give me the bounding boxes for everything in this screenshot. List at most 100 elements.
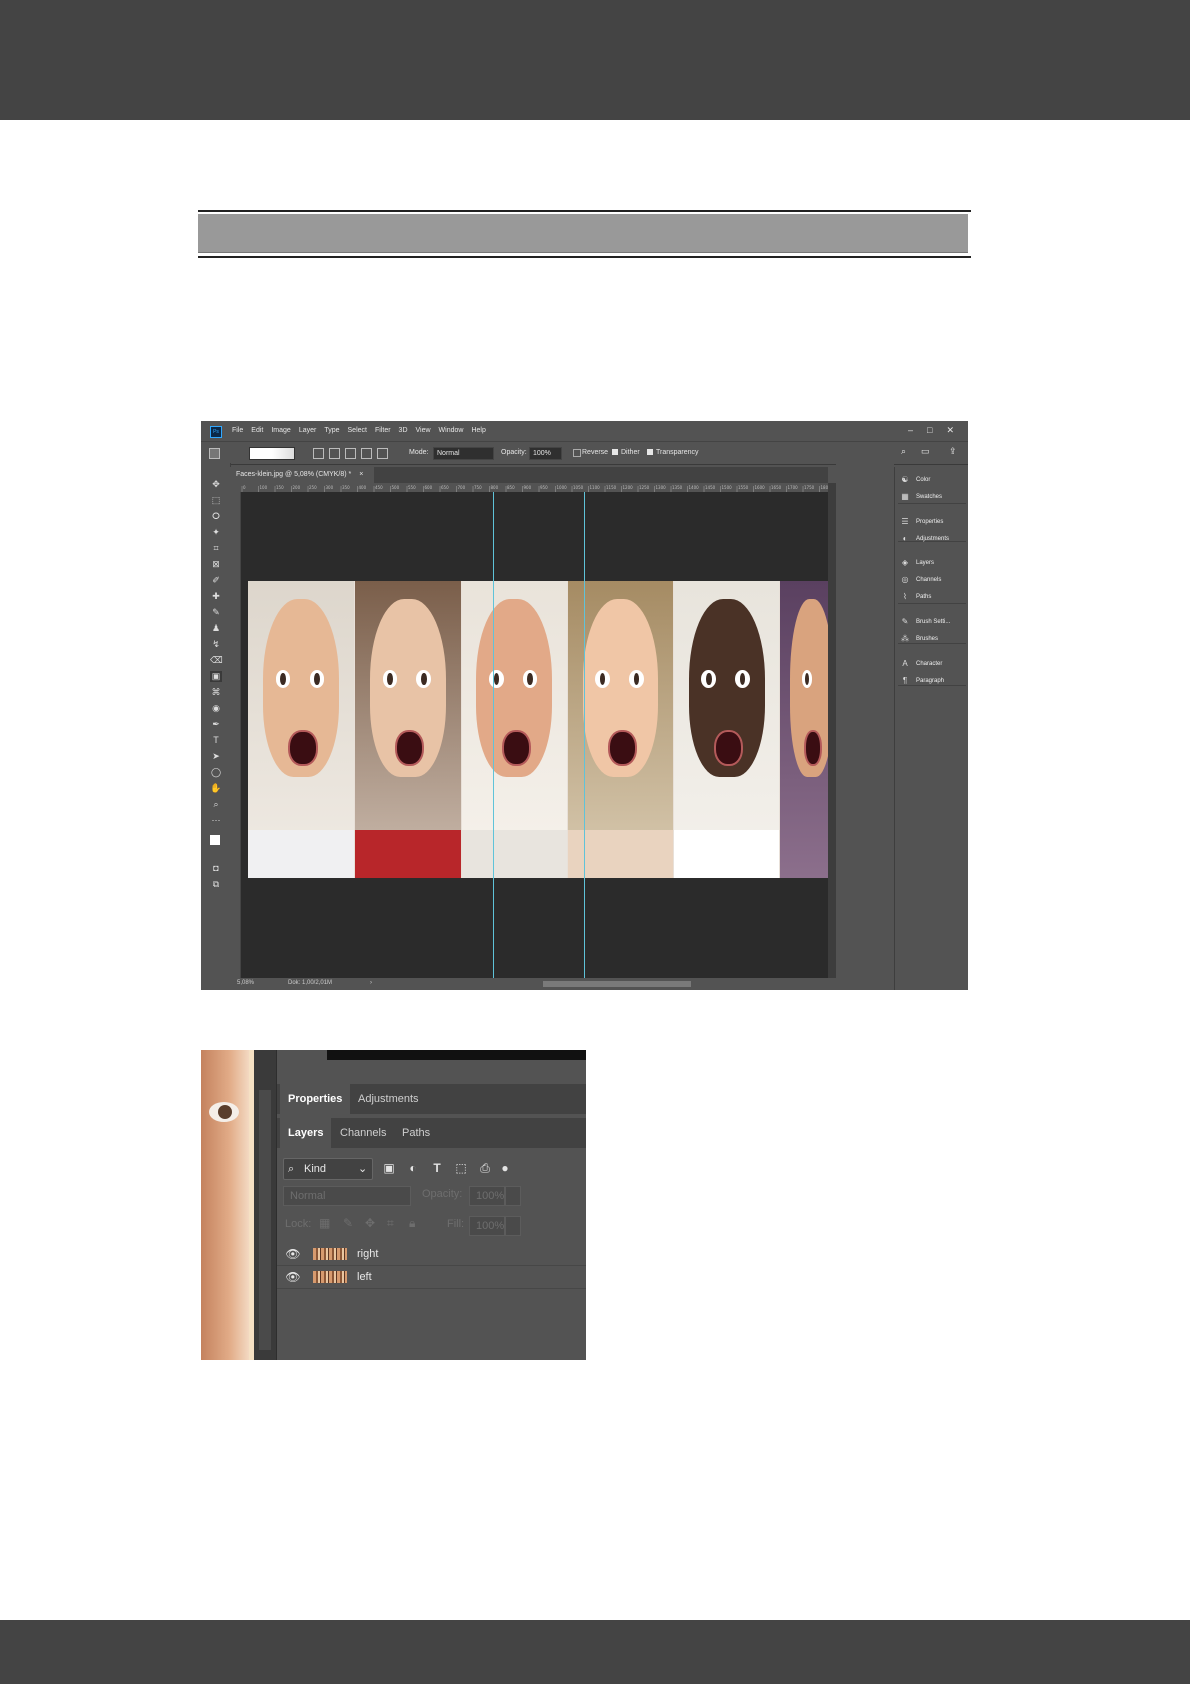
menu-image[interactable]: Image — [271, 427, 290, 434]
dock-layers[interactable]: ◈ Layers — [900, 558, 934, 567]
marquee-tool-icon[interactable]: ⬚ — [210, 495, 222, 506]
dock-color[interactable]: ☯ Color — [900, 475, 930, 484]
healing-brush-tool-icon[interactable]: ✚ — [210, 591, 222, 602]
fill-dropdown[interactable] — [505, 1216, 521, 1236]
dither-checkbox[interactable] — [612, 449, 618, 455]
screen-mode-icon[interactable]: ⧉ — [210, 879, 222, 890]
vertical-scrollbar[interactable] — [828, 483, 836, 978]
mode-select[interactable]: Normal — [433, 447, 494, 460]
minimize-icon[interactable]: – — [908, 425, 913, 436]
dock-properties[interactable]: ☰ Properties — [900, 517, 943, 526]
close-tab-icon[interactable]: × — [359, 471, 363, 478]
eyedropper-tool-icon[interactable]: ✐ — [210, 575, 222, 586]
move-tool-icon[interactable]: ✥ — [210, 479, 222, 490]
lock-transparent-icon[interactable]: ▦ — [319, 1216, 330, 1230]
visibility-eye-icon[interactable]: 👁︎ — [285, 1243, 301, 1265]
opacity-dropdown[interactable] — [505, 1186, 521, 1206]
history-brush-tool-icon[interactable]: ↯ — [210, 639, 222, 650]
dock-brush-settings[interactable]: ✎ Brush Setti... — [900, 617, 951, 626]
brush-tool-icon[interactable]: ✎ — [210, 607, 222, 618]
reflected-gradient-icon[interactable] — [361, 448, 372, 459]
dock-channels[interactable]: ◎ Channels — [900, 575, 942, 584]
opacity-field[interactable]: 100% — [469, 1186, 505, 1206]
filter-type-icon[interactable]: T — [429, 1160, 445, 1176]
zoom-tool-icon[interactable]: ⌕ — [210, 799, 222, 810]
tab-paths[interactable]: Paths — [394, 1118, 438, 1148]
filter-adjustment-icon[interactable]: ◐ — [405, 1160, 421, 1176]
more-tools-icon[interactable]: ⋯ — [210, 815, 222, 826]
tab-layers[interactable]: Layers — [280, 1118, 332, 1148]
layer-row[interactable]: 👁︎ left — [277, 1266, 586, 1289]
radial-gradient-icon[interactable] — [329, 448, 340, 459]
frame-tool-icon[interactable]: ⊠ — [210, 559, 222, 570]
document-canvas[interactable] — [241, 492, 828, 978]
dock-paths[interactable]: ⌇ Paths — [900, 592, 931, 601]
menu-layer[interactable]: Layer — [299, 427, 317, 434]
menu-type[interactable]: Type — [324, 427, 339, 434]
guide-line-right[interactable] — [584, 492, 585, 978]
layer-row[interactable]: 👁︎ right — [277, 1243, 586, 1266]
filter-shape-icon[interactable]: ⬚ — [453, 1160, 469, 1176]
status-arrow-icon[interactable]: › — [370, 980, 372, 986]
diamond-gradient-icon[interactable] — [377, 448, 388, 459]
gradient-picker[interactable] — [249, 447, 295, 460]
lock-position-icon[interactable]: ✥ — [365, 1216, 375, 1230]
menu-edit[interactable]: Edit — [251, 427, 263, 434]
pen-tool-icon[interactable]: ✒ — [210, 719, 222, 730]
stamp-tool-icon[interactable]: ♟ — [210, 623, 222, 634]
tab-adjustments[interactable]: Adjustments — [350, 1084, 427, 1114]
search-icon[interactable]: ⌕ — [901, 446, 906, 457]
linear-gradient-icon[interactable] — [313, 448, 324, 459]
opacity-input[interactable]: 100% — [529, 447, 562, 460]
tab-properties[interactable]: Properties — [280, 1084, 351, 1114]
close-window-icon[interactable]: ✕ — [946, 425, 954, 436]
dock-brushes[interactable]: ⁂ Brushes — [900, 634, 938, 643]
type-tool-icon[interactable]: T — [210, 735, 222, 746]
dock-adjustments[interactable]: ◐ Adjustments — [900, 534, 949, 543]
crop-tool-icon[interactable]: ⌗ — [210, 543, 222, 554]
zoom-level[interactable]: 5,08% — [237, 980, 254, 986]
dock-character[interactable]: A Character — [900, 659, 942, 668]
lock-all-icon[interactable]: 🔒︎ — [409, 1216, 415, 1231]
menu-filter[interactable]: Filter — [375, 427, 391, 434]
path-selection-tool-icon[interactable]: ➤ — [210, 751, 222, 762]
gradient-tool-preset-icon[interactable] — [209, 448, 220, 459]
document-tab[interactable]: Faces-klein.jpg @ 5,08% (CMYK/8) * × — [230, 467, 374, 483]
eraser-tool-icon[interactable]: ⌫ — [210, 655, 223, 666]
horizontal-scrollbar[interactable] — [543, 981, 691, 987]
guide-line-left[interactable] — [493, 492, 494, 978]
menu-file[interactable]: File — [232, 427, 243, 434]
quick-mask-icon[interactable]: ◘ — [210, 863, 222, 874]
visibility-eye-icon[interactable]: 👁︎ — [285, 1266, 301, 1288]
filter-kind-select[interactable]: ⌕ Kind ⌄ — [283, 1158, 373, 1180]
blur-tool-icon[interactable]: ⌘ — [210, 687, 222, 698]
maximize-icon[interactable]: □ — [927, 425, 932, 436]
menu-window[interactable]: Window — [439, 427, 464, 434]
filter-pixel-icon[interactable]: ▣ — [381, 1160, 397, 1176]
filter-smart-object-icon[interactable]: ⎙ — [477, 1160, 493, 1176]
filter-toggle-icon[interactable]: ● — [497, 1160, 513, 1176]
menu-select[interactable]: Select — [348, 427, 367, 434]
reverse-checkbox[interactable] — [573, 449, 581, 457]
blend-mode-select[interactable]: Normal — [283, 1186, 411, 1206]
transparency-checkbox[interactable] — [647, 449, 653, 455]
panel-scrollbar[interactable] — [259, 1090, 271, 1350]
menu-3d[interactable]: 3D — [399, 427, 408, 434]
dock-paragraph[interactable]: ¶ Paragraph — [900, 676, 944, 685]
magic-wand-tool-icon[interactable]: ✦ — [210, 527, 222, 538]
hand-tool-icon[interactable]: ✋ — [210, 783, 222, 794]
share-icon[interactable]: ⇪ — [949, 446, 957, 457]
fill-field[interactable]: 100% — [469, 1216, 505, 1236]
dock-swatches[interactable]: ▦ Swatches — [900, 492, 942, 501]
menu-help[interactable]: Help — [471, 427, 485, 434]
workspace-icon[interactable]: ▭ — [921, 446, 930, 457]
lasso-tool-icon[interactable]: ⵔ — [210, 511, 222, 522]
angle-gradient-icon[interactable] — [345, 448, 356, 459]
lock-artboard-icon[interactable]: ⌗ — [387, 1216, 394, 1231]
lock-image-icon[interactable]: ✎ — [343, 1216, 353, 1230]
shape-tool-icon[interactable]: ◯ — [210, 767, 222, 778]
menu-view[interactable]: View — [416, 427, 431, 434]
tab-channels[interactable]: Channels — [332, 1118, 394, 1148]
gradient-tool-icon[interactable]: ▣ — [210, 671, 222, 682]
dodge-tool-icon[interactable]: ◉ — [210, 703, 222, 714]
